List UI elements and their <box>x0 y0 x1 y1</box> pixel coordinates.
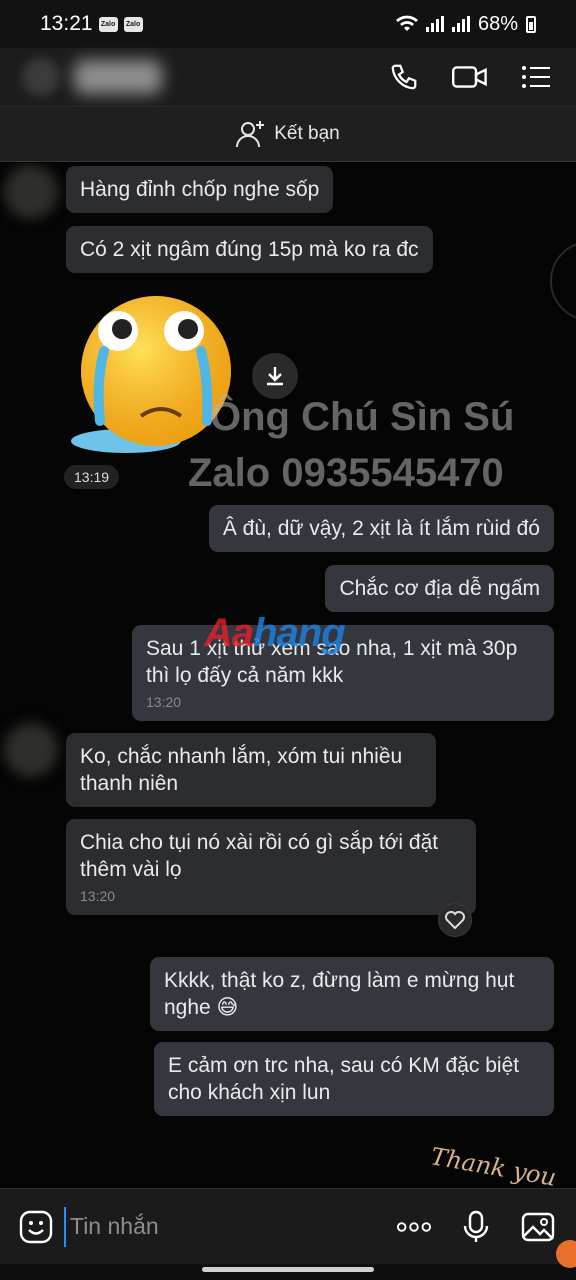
zalo-notification-icon: Zalo <box>98 16 118 32</box>
message-text: Chia cho tụi nó xài rồi có gì sắp tới đặ… <box>80 831 439 854</box>
voice-button[interactable] <box>458 1209 494 1245</box>
brand-text: hang <box>253 611 346 655</box>
message-text: E cảm ơn trc nha, sau có KM đặc biệt <box>168 1054 520 1077</box>
download-icon <box>267 367 283 386</box>
floating-badge[interactable] <box>556 1240 576 1268</box>
add-user-icon <box>236 121 265 148</box>
menu-icon <box>522 66 550 88</box>
message-text: Hàng đỉnh chốp nghe sốp <box>80 178 320 201</box>
decoration-ring <box>550 241 576 321</box>
emoji-icon <box>19 1210 53 1243</box>
add-friend-label: Kết bạn <box>274 123 340 144</box>
message-bubble-incoming[interactable]: Hàng đỉnh chốp nghe sốp <box>66 166 334 213</box>
message-input[interactable] <box>64 1206 364 1247</box>
message-text: Chắc cơ địa dễ ngấm <box>339 577 540 600</box>
avatar[interactable] <box>4 723 58 777</box>
message-text: Có 2 xịt ngâm đúng 15p mà ko ra đc <box>80 238 419 261</box>
video-call-button[interactable] <box>452 59 488 95</box>
message-bubble-outgoing[interactable]: E cảm ơn trc nha, sau có KM đặc biệt cho… <box>154 1042 554 1116</box>
signal-icon <box>451 16 470 32</box>
message-text: thanh niên <box>80 772 179 795</box>
add-friend-button[interactable]: Kết bạn <box>0 106 576 162</box>
emoji-button[interactable] <box>18 1209 54 1245</box>
brand-watermark: Aahang <box>204 611 346 656</box>
signal-icon <box>425 16 444 32</box>
status-bar: 13:21 Zalo Zalo 68% <box>0 0 576 48</box>
watermark-text: Zalo 0935545470 <box>188 451 504 495</box>
message-time: 13:19 <box>64 465 120 489</box>
brand-text: Aa <box>204 611 254 655</box>
phone-icon <box>391 64 417 90</box>
wifi-icon <box>395 15 418 31</box>
microphone-icon <box>463 1210 489 1242</box>
message-text: nghe 😅 <box>164 996 239 1019</box>
message-input-bar <box>0 1188 576 1264</box>
message-time: 13:20 <box>146 694 182 710</box>
download-button[interactable] <box>252 353 298 399</box>
avatar[interactable] <box>4 165 58 219</box>
menu-button[interactable] <box>518 59 554 95</box>
message-bubble-incoming[interactable]: Ko, chắc nhanh lắm, xóm tui nhiều thanh … <box>66 733 436 807</box>
image-icon <box>521 1212 555 1241</box>
react-button[interactable] <box>438 903 472 937</box>
more-dots-icon <box>396 1221 432 1232</box>
heart-icon <box>445 911 465 929</box>
status-time: 13:21 <box>40 12 93 35</box>
message-bubble-outgoing[interactable]: Kkkk, thật ko z, đừng làm e mừng hụt ngh… <box>150 957 554 1031</box>
message-bubble-outgoing[interactable]: Chắc cơ địa dễ ngấm <box>325 565 554 612</box>
system-navigation-bar <box>0 1264 576 1280</box>
message-bubble-incoming[interactable]: Chia cho tụi nó xài rồi có gì sắp tới đặ… <box>66 819 476 915</box>
home-handle[interactable] <box>202 1267 374 1272</box>
message-text: thì lọ đấy cả năm kkk <box>146 664 344 687</box>
zalo-notification-icon: Zalo <box>123 16 143 32</box>
message-text: cho khách xịn lun <box>168 1081 331 1104</box>
chat-area[interactable]: Hàng đỉnh chốp nghe sốp Có 2 xịt ngâm đú… <box>0 163 576 1188</box>
message-bubble-incoming[interactable]: Có 2 xịt ngâm đúng 15p mà ko ra đc <box>66 226 433 273</box>
message-bubble-outgoing[interactable]: Â đù, dữ vậy, 2 xịt là ít lắm rùid đó <box>208 505 554 552</box>
battery-percent: 68% <box>477 12 518 35</box>
message-text: Ko, chắc nhanh lắm, xóm tui nhiều <box>80 745 403 768</box>
chat-header <box>0 48 576 106</box>
message-text: thêm vài lọ <box>80 858 182 881</box>
status-indicators: 68% <box>395 12 536 36</box>
message-text: Kkkk, thật ko z, đừng làm e mừng hụt <box>164 969 515 992</box>
call-button[interactable] <box>386 59 422 95</box>
contact-name-blurred[interactable] <box>74 60 162 94</box>
watermark-text: Ông Chú Sìn Sú <box>210 395 515 439</box>
message-time: 13:20 <box>80 888 116 904</box>
more-options-button[interactable] <box>396 1209 432 1245</box>
thank-you-sticker[interactable]: Thank you <box>429 1142 559 1188</box>
video-camera-icon <box>452 66 487 88</box>
message-text: Â đù, dữ vậy, 2 xịt là ít lắm rùid đó <box>222 517 540 540</box>
gallery-button[interactable] <box>520 1209 556 1245</box>
battery-icon <box>526 15 536 33</box>
back-button[interactable] <box>22 58 60 96</box>
